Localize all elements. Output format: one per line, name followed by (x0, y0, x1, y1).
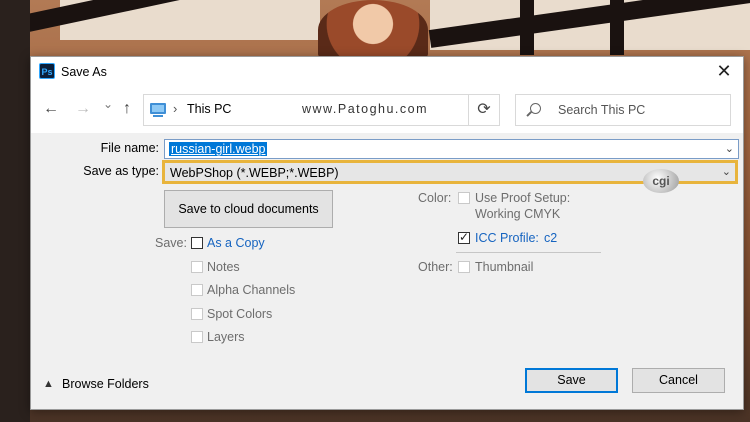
file-name-dropdown-icon[interactable]: ⌄ (725, 142, 734, 155)
use-proof-setup-label: Use Proof Setup: (475, 191, 571, 205)
as-a-copy-label[interactable]: As a Copy (207, 236, 265, 250)
address-bar[interactable]: › This PC www.Patoghu.com ⌄ (143, 94, 499, 126)
alpha-channels-checkbox[interactable] (191, 284, 203, 296)
save-to-cloud-button[interactable]: Save to cloud documents (164, 190, 333, 228)
breadcrumb-location[interactable]: This PC (187, 102, 231, 116)
cgi-badge: cgi (643, 169, 679, 193)
save-button[interactable]: Save (525, 368, 618, 393)
background-beam (520, 0, 534, 55)
layers-checkbox[interactable] (191, 331, 203, 343)
photoshop-icon: Ps (39, 63, 55, 79)
save-as-type-dropdown-icon[interactable]: ⌄ (722, 165, 731, 178)
icc-profile-value: c2 (544, 231, 558, 245)
alpha-channels-label: Alpha Channels (207, 283, 296, 297)
notes-label: Notes (207, 260, 240, 274)
background-beam (610, 0, 624, 55)
file-name-label: File name: (100, 141, 159, 155)
use-proof-setup-checkbox[interactable] (458, 192, 470, 204)
forward-arrow-icon[interactable]: → (75, 100, 91, 118)
layers-label: Layers (207, 330, 245, 344)
icc-profile-checkbox[interactable]: ✓ (458, 230, 470, 244)
proof-setup-value: Working CMYK (475, 207, 561, 221)
navigation-bar: ← → ⌄ ↑ › This PC www.Patoghu.com ⌄ ⟳ Se… (31, 87, 743, 133)
spot-colors-checkbox[interactable] (191, 308, 203, 320)
save-options-label: Save: (155, 236, 187, 250)
color-options-label: Color: (418, 191, 452, 205)
chevron-up-icon[interactable]: ▲ (43, 378, 54, 390)
up-arrow-icon[interactable]: ↑ (123, 100, 131, 118)
save-as-type-label: Save as type: (83, 164, 159, 178)
back-arrow-icon[interactable]: ← (43, 100, 59, 118)
refresh-button[interactable]: ⟳ (468, 94, 500, 126)
thumbnail-checkbox[interactable] (458, 261, 470, 273)
breadcrumb-chevron-icon: › (173, 101, 178, 116)
refresh-icon: ⟳ (477, 101, 491, 118)
as-a-copy-checkbox[interactable] (191, 237, 203, 249)
file-name-value: russian-girl.webp (169, 142, 268, 156)
recent-locations-icon[interactable]: ⌄ (103, 97, 113, 111)
save-as-dialog: Ps Save As ✕ ← → ⌄ ↑ › This PC www.Patog… (30, 56, 744, 410)
computer-icon (150, 103, 166, 114)
search-icon (530, 103, 541, 114)
spot-colors-label: Spot Colors (207, 307, 273, 321)
thumbnail-label: Thumbnail (475, 260, 534, 274)
browse-folders-toggle[interactable]: Browse Folders (62, 377, 149, 391)
search-placeholder: Search This PC (558, 103, 646, 117)
dialog-title: Save As (61, 65, 107, 79)
title-bar: Ps Save As ✕ (31, 57, 743, 87)
other-options-label: Other: (418, 260, 453, 274)
watermark-text: www.Patoghu.com (302, 102, 429, 116)
background-person (318, 0, 428, 60)
save-as-type-value: WebPShop (*.WEBP;*.WEBP) (170, 166, 339, 180)
close-icon[interactable]: ✕ (713, 60, 735, 82)
file-name-input[interactable]: russian-girl.webp ⌄ (164, 139, 739, 159)
options-divider (456, 252, 601, 253)
computer-icon-stand (153, 115, 163, 117)
search-input[interactable]: Search This PC (515, 94, 731, 126)
icc-profile-label[interactable]: ICC Profile: (475, 231, 539, 245)
notes-checkbox[interactable] (191, 261, 203, 273)
checkmark-icon: ✓ (459, 230, 470, 244)
cancel-button[interactable]: Cancel (632, 368, 725, 393)
background-frame (0, 0, 30, 422)
